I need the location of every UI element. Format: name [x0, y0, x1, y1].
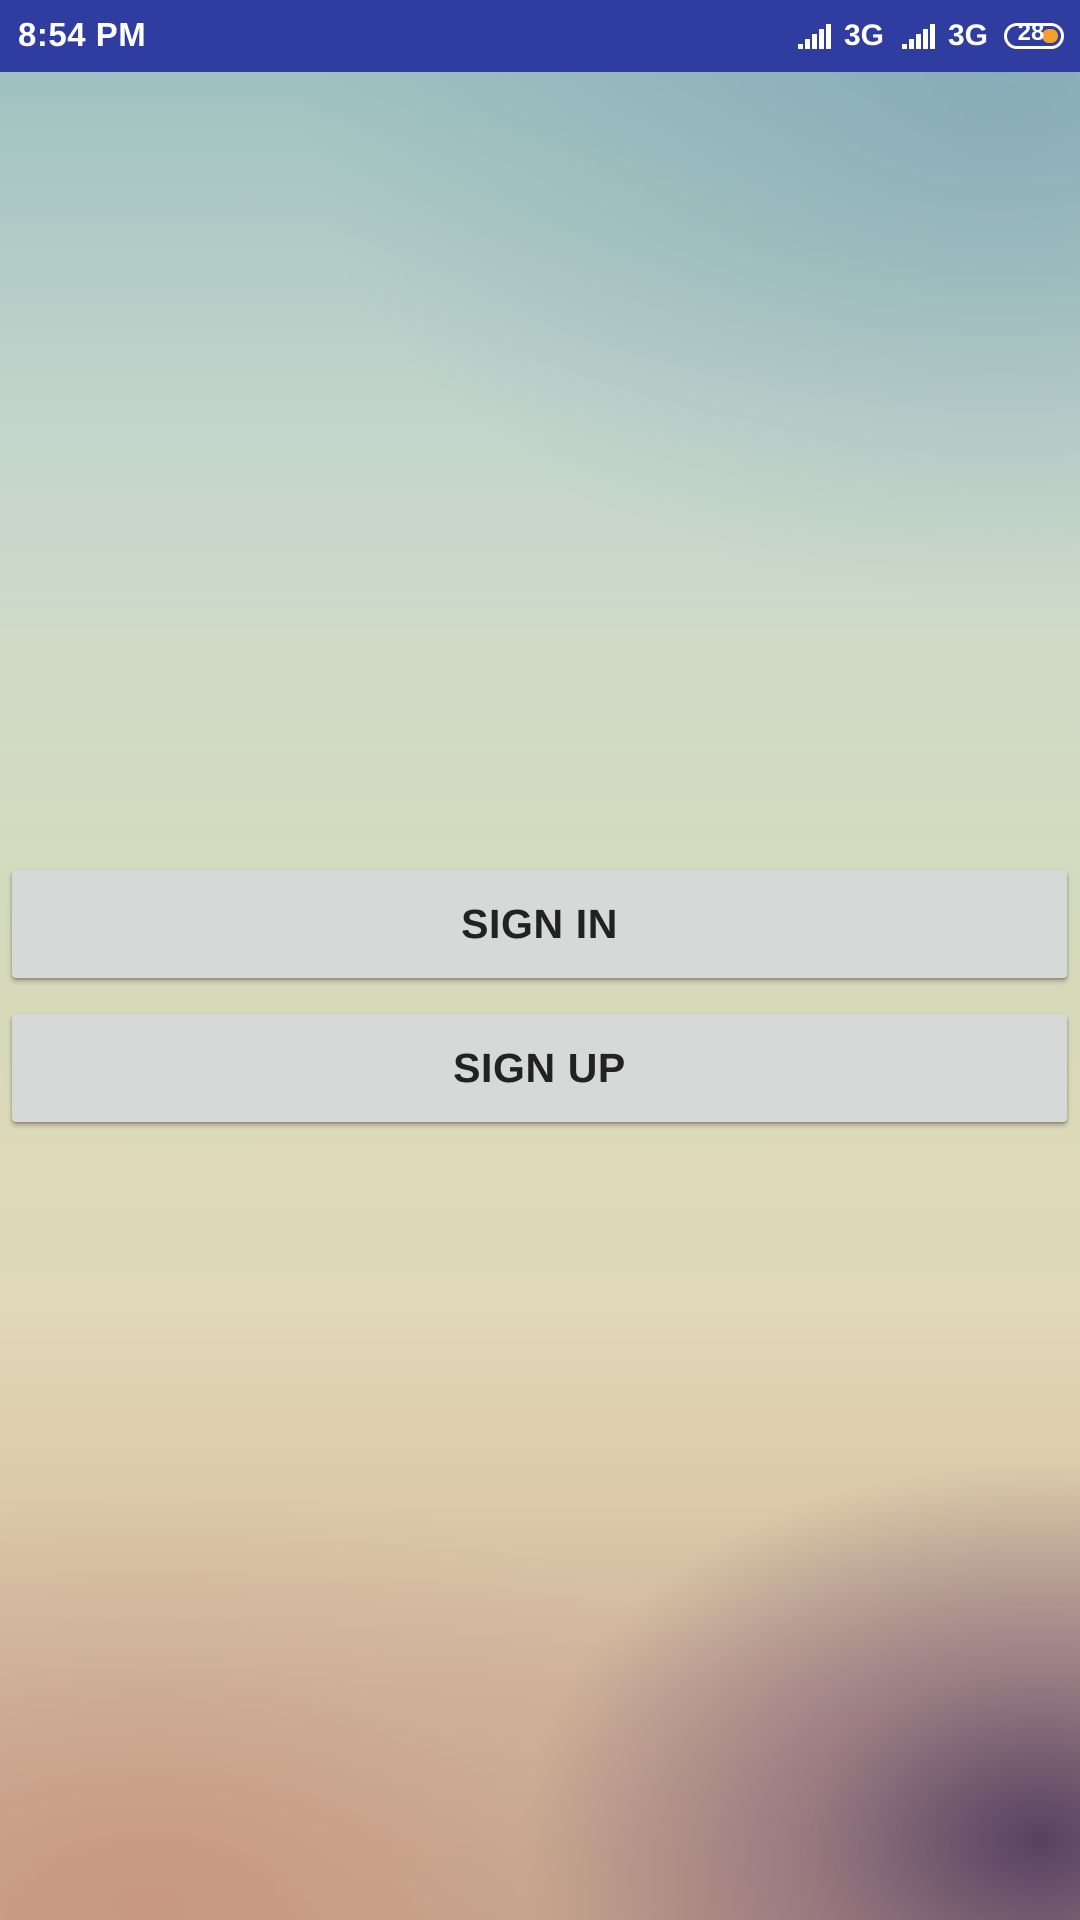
- sign-up-label: SIGN UP: [453, 1044, 626, 1091]
- network-type-label: 3G: [843, 19, 884, 52]
- battery-level: 28: [1017, 19, 1045, 46]
- sign-in-button[interactable]: SIGN IN: [12, 870, 1067, 978]
- signal-strength-icon: [797, 24, 831, 49]
- status-indicators: 3G 3G 28: [796, 0, 1064, 72]
- sign-in-label: SIGN IN: [461, 900, 618, 947]
- welcome-screen: 8:54 PM 3G 3G 28 SIGN IN SIGN UP: [0, 0, 1080, 1920]
- status-time: 8:54 PM: [18, 16, 147, 53]
- signal-strength-icon: [901, 24, 935, 49]
- network-type-label: 3G: [947, 19, 988, 52]
- battery-icon: 28: [1004, 19, 1064, 49]
- sign-up-button[interactable]: SIGN UP: [12, 1014, 1067, 1122]
- status-bar: 8:54 PM 3G 3G 28: [0, 0, 1080, 72]
